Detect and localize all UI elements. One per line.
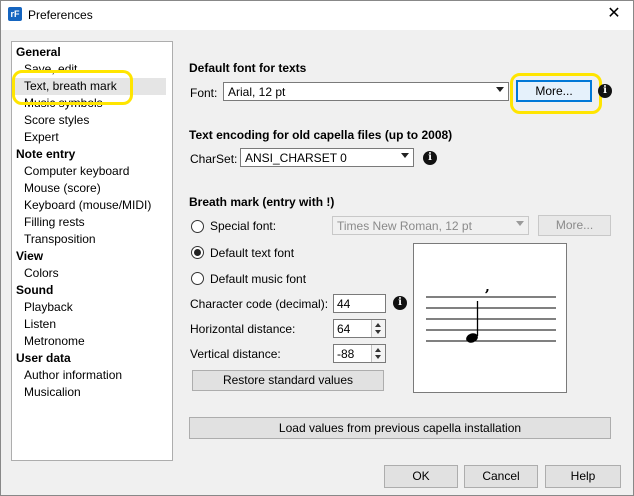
nav-item-listen[interactable]: Listen	[24, 317, 56, 331]
default-music-font-radio[interactable]	[191, 272, 204, 285]
chevron-down-icon	[496, 87, 504, 92]
vertical-distance-label: Vertical distance:	[190, 347, 281, 361]
nav-item-playback[interactable]: Playback	[24, 300, 73, 314]
nav-item-author-information[interactable]: Author information	[24, 368, 122, 382]
spin-buttons[interactable]	[371, 320, 385, 337]
charset-combobox[interactable]: ANSI_CHARSET 0	[240, 148, 414, 167]
charset-label: CharSet:	[190, 152, 238, 166]
breath-mark-glyph: ,	[485, 279, 490, 295]
title-bar: rF Preferences ✕	[0, 0, 634, 30]
char-code-value: 44	[337, 297, 351, 311]
char-code-label: Character code (decimal):	[190, 297, 329, 311]
info-icon[interactable]: i	[598, 84, 612, 98]
font-label: Font:	[190, 86, 218, 100]
restore-standard-values-button[interactable]: Restore standard values	[192, 370, 384, 391]
special-font-value: Times New Roman, 12 pt	[337, 219, 472, 233]
nav-item-musicalion[interactable]: Musicalion	[24, 385, 81, 399]
font-more-button[interactable]: More...	[516, 80, 592, 102]
spin-down-icon[interactable]	[375, 355, 381, 359]
default-text-font-radio[interactable]	[191, 246, 204, 259]
nav-item-text-breath-mark[interactable]: Text, breath mark	[13, 78, 166, 95]
nav-item-computer-keyboard[interactable]: Computer keyboard	[24, 164, 129, 178]
nav-item-filling-rests[interactable]: Filling rests	[24, 215, 85, 229]
font-value: Arial, 12 pt	[228, 85, 286, 99]
special-font-more-button[interactable]: More...	[538, 215, 611, 236]
nav-item-expert[interactable]: Expert	[24, 130, 59, 144]
breath-mark-preview: ,	[413, 243, 567, 393]
spin-down-icon[interactable]	[375, 330, 381, 334]
category-list: General Save, edit Text, breath mark Mus…	[11, 41, 173, 461]
nav-group-user-data[interactable]: User data	[16, 351, 71, 365]
help-button[interactable]: Help	[545, 465, 621, 488]
chevron-down-icon	[516, 221, 524, 226]
nav-item-mouse-score[interactable]: Mouse (score)	[24, 181, 101, 195]
default-text-font-label: Default text font	[210, 246, 295, 260]
font-combobox[interactable]: Arial, 12 pt	[223, 82, 509, 101]
default-font-title: Default font for texts	[189, 61, 307, 75]
load-previous-values-button[interactable]: Load values from previous capella instal…	[189, 417, 611, 439]
info-icon[interactable]: i	[393, 296, 407, 310]
staff-preview-svg: ,	[426, 279, 556, 343]
nav-item-keyboard-mouse-midi[interactable]: Keyboard (mouse/MIDI)	[24, 198, 151, 212]
special-font-combobox[interactable]: Times New Roman, 12 pt	[332, 216, 529, 235]
nav-item-music-symbols[interactable]: Music symbols	[24, 96, 103, 110]
char-code-input[interactable]: 44	[333, 294, 386, 313]
nav-item-transposition[interactable]: Transposition	[24, 232, 96, 246]
default-music-font-label: Default music font	[210, 272, 307, 286]
nav-group-note-entry[interactable]: Note entry	[16, 147, 75, 161]
spin-up-icon[interactable]	[375, 348, 381, 352]
nav-group-view[interactable]: View	[16, 249, 43, 263]
close-icon[interactable]: ✕	[604, 4, 624, 24]
breath-mark-title: Breath mark (entry with !)	[189, 195, 335, 209]
horizontal-distance-value: 64	[337, 322, 351, 336]
cancel-button[interactable]: Cancel	[464, 465, 538, 488]
horizontal-distance-stepper[interactable]: 64	[333, 319, 386, 338]
nav-item-save-edit[interactable]: Save, edit	[24, 62, 77, 76]
special-font-label: Special font:	[210, 219, 277, 233]
charset-value: ANSI_CHARSET 0	[245, 151, 347, 165]
nav-item-colors[interactable]: Colors	[24, 266, 59, 280]
nav-item-score-styles[interactable]: Score styles	[24, 113, 89, 127]
encoding-title: Text encoding for old capella files (up …	[189, 128, 453, 142]
vertical-distance-value: -88	[337, 347, 355, 361]
nav-item-metronome[interactable]: Metronome	[24, 334, 85, 348]
horizontal-distance-label: Horizontal distance:	[190, 322, 296, 336]
spin-up-icon[interactable]	[375, 323, 381, 327]
chevron-down-icon	[401, 153, 409, 158]
capella-app-icon: rF	[8, 7, 22, 21]
window-title: Preferences	[28, 8, 93, 22]
spin-buttons[interactable]	[371, 345, 385, 362]
ok-button[interactable]: OK	[384, 465, 458, 488]
special-font-radio[interactable]	[191, 220, 204, 233]
nav-group-general[interactable]: General	[16, 45, 61, 59]
info-icon[interactable]: i	[423, 151, 437, 165]
vertical-distance-stepper[interactable]: -88	[333, 344, 386, 363]
nav-group-sound[interactable]: Sound	[16, 283, 53, 297]
